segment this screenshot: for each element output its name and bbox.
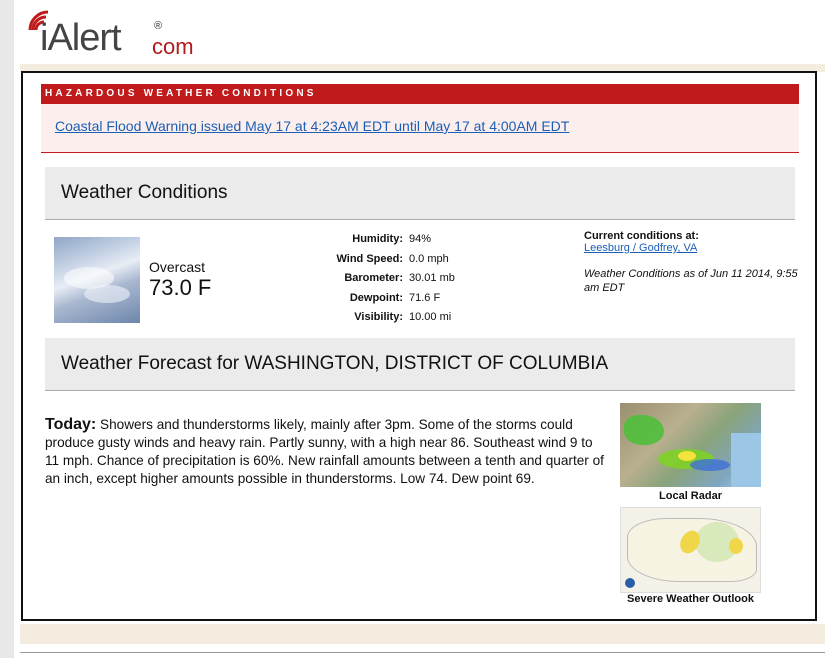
station-location-link[interactable]: Leesburg / Godfrey, VA [584,242,697,254]
stat-value: 10.00 mi [409,311,452,323]
stat-row-humidity: Humidity: 94% [313,233,513,253]
stat-row-wind-speed: Wind Speed: 0.0 mph [313,253,513,273]
section-title: Weather Forecast for WASHINGTON, DISTRIC… [61,353,609,374]
hazard-alert: HAZARDOUS WEATHER CONDITIONS Coastal Flo… [41,84,799,154]
registered-mark: ® [154,20,163,32]
local-radar-map[interactable] [620,403,761,487]
ialert-logo[interactable]: iAlert ® com [24,6,224,59]
severe-weather-outlook-map[interactable] [620,507,761,593]
content-frame: HAZARDOUS WEATHER CONDITIONS Coastal Flo… [21,71,817,621]
stat-label: Wind Speed: [336,252,403,265]
weather-conditions-header: Weather Conditions [45,167,795,220]
stat-value: 71.6 F [409,291,441,304]
logo-brand-text: iAlert [40,17,122,59]
current-temperature: 73.0 F [149,275,212,300]
stat-label: Visibility: [354,311,403,323]
observation-timestamp: Weather Conditions as of Jun 11 2014, 9:… [584,268,798,294]
overcast-weather-icon [54,237,140,323]
forecast-today: Today: Showers and thunderstorms likely,… [45,416,605,488]
page: iAlert ® com HAZARDOUS WEATHER CONDITION… [14,0,825,658]
bottom-band [20,624,825,644]
stat-label: Humidity: [352,233,403,245]
stat-value: 94% [409,233,432,245]
alert-header: HAZARDOUS WEATHER CONDITIONS [41,84,799,104]
logo-dotcom-text: com [152,34,194,59]
local-radar-caption: Local Radar [659,490,722,502]
bottom-divider [20,652,825,653]
forecast-header: Weather Forecast for WASHINGTON, DISTRIC… [45,338,795,391]
stat-row-visibility: Visibility: 10.00 mi [313,311,513,331]
stat-label: Barometer: [344,272,403,284]
stat-row-dewpoint: Dewpoint: 71.6 F [313,292,513,312]
stat-value: 30.01 mb [409,272,455,284]
current-conditions-info: Current conditions at: Leesburg / Godfre… [584,230,804,295]
conditions-stats: Humidity: 94% Wind Speed: 0.0 mph Barome… [313,233,513,331]
stat-value: 0.0 mph [409,252,449,265]
stat-row-barometer: Barometer: 30.01 mb [313,272,513,292]
current-conditions-heading: Current conditions at: [584,230,699,242]
section-title: Weather Conditions [61,182,228,203]
forecast-day-label: Today: [45,416,97,433]
forecast-body: Showers and thunderstorms likely, mainly… [45,417,604,486]
stat-label: Dewpoint: [349,291,403,304]
noaa-logo-icon [625,578,635,588]
coastal-flood-warning-link[interactable]: Coastal Flood Warning issued May 17 at 4… [55,118,569,134]
alert-body: Coastal Flood Warning issued May 17 at 4… [41,104,799,153]
condition-description: Overcast [149,259,206,275]
severe-weather-outlook-caption: Severe Weather Outlook [627,593,754,605]
